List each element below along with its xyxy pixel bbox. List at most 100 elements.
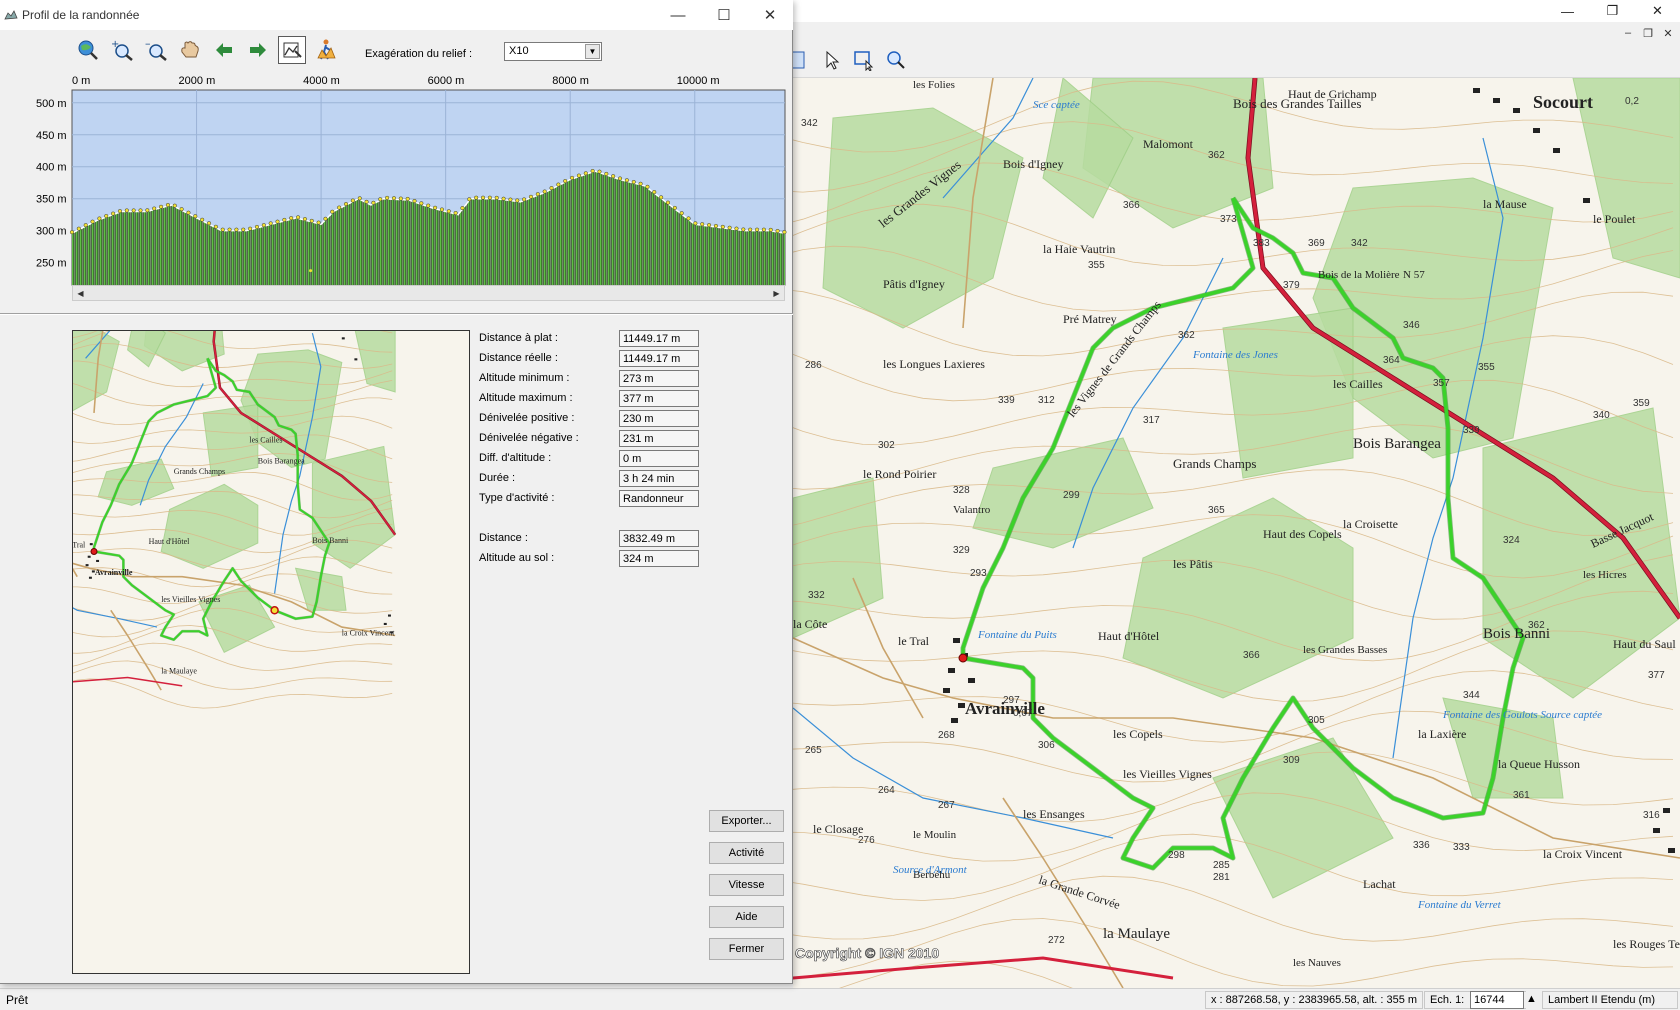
- profile-point: [97, 216, 102, 221]
- y-tick-label: 400 m: [36, 162, 67, 174]
- main-minimize-button[interactable]: —: [1545, 0, 1590, 22]
- chevron-down-icon[interactable]: ▼: [585, 44, 600, 59]
- previous-arrow-icon[interactable]: [210, 36, 238, 64]
- map-label: les Copels: [1113, 727, 1163, 741]
- mdi-close-button[interactable]: ✕: [1660, 26, 1676, 40]
- profile-point: [275, 219, 280, 224]
- spot-height: 346: [1403, 320, 1420, 331]
- mdi-restore-button[interactable]: ❐: [1640, 26, 1656, 40]
- spot-height: 361: [1513, 790, 1530, 801]
- select-rectangle-icon[interactable]: [851, 47, 877, 73]
- spot-height: 317: [1143, 415, 1160, 426]
- dialog-close-button[interactable]: ✕: [747, 0, 793, 30]
- relief-exaggeration-value: X10: [509, 45, 529, 57]
- profile-point: [104, 214, 109, 219]
- next-arrow-icon[interactable]: [244, 36, 272, 64]
- profile-point: [583, 171, 588, 176]
- scale-up-icon[interactable]: ▲: [1526, 991, 1537, 1009]
- profile-point: [364, 199, 369, 204]
- building-block: [1653, 828, 1660, 833]
- map-label: la Côte: [793, 617, 827, 631]
- map-label: les Rouges Terres: [1613, 937, 1680, 951]
- stat-label: Distance réelle :: [479, 352, 558, 364]
- activity-button[interactable]: Activité: [709, 842, 784, 864]
- profile-point: [426, 203, 431, 208]
- building-block: [1513, 108, 1520, 113]
- x-tick-label: 8000 m: [552, 75, 589, 87]
- profile-point: [117, 209, 123, 214]
- spot-height: 364: [1383, 355, 1400, 366]
- spot-height: 328: [953, 485, 970, 496]
- profile-point: [323, 216, 328, 221]
- section-divider: [0, 313, 793, 315]
- mdi-minimize-button[interactable]: –: [1620, 26, 1636, 40]
- profile-point: [138, 208, 143, 213]
- relief-exaggeration-select[interactable]: X10 ▼: [504, 42, 602, 61]
- scroll-right-icon[interactable]: ▶: [769, 286, 784, 300]
- overview-mini-map[interactable]: SocourtAvrainvilleBois BarangeaBois Bann…: [72, 330, 470, 974]
- profile-point: [371, 200, 376, 205]
- spot-height: 302: [878, 440, 895, 451]
- spot-height: 293: [970, 568, 987, 579]
- profile-point: [631, 179, 636, 185]
- zoom-out-icon[interactable]: –: [142, 36, 170, 64]
- hiker-icon[interactable]: [312, 36, 340, 64]
- main-map-canvas[interactable]: SocourtAvrainvilleBois BarangeaBois Bann…: [793, 78, 1680, 988]
- spot-height: 339: [1463, 425, 1480, 436]
- mini-map-label: Haut d'Hôtel: [149, 537, 191, 546]
- dialog-title: Profil de la randonnée: [22, 8, 140, 22]
- pointer-icon[interactable]: [819, 47, 845, 73]
- y-tick-label: 500 m: [36, 98, 67, 110]
- scroll-left-icon[interactable]: ◀: [73, 286, 88, 300]
- map-label: la Croix Vincent: [1543, 847, 1623, 861]
- mini-map-canvas[interactable]: SocourtAvrainvilleBois BarangeaBois Bann…: [73, 331, 470, 974]
- elevation-profile-chart[interactable]: 0 m 2000 m 4000 m 6000 m 8000 m 10000 m 500 m 4…: [36, 72, 788, 302]
- zoom-globe-icon[interactable]: [74, 36, 102, 64]
- stat-label: Dénivelée positive :: [479, 412, 575, 424]
- speed-button[interactable]: Vitesse: [709, 874, 784, 896]
- spot-height: 344: [1463, 690, 1480, 701]
- map-label: la Croisette: [1343, 517, 1398, 531]
- profile-point: [467, 197, 472, 202]
- profile-point: [707, 223, 712, 228]
- status-ready-text: Prêt: [6, 993, 29, 1007]
- dialog-maximize-button[interactable]: ☐: [701, 0, 747, 30]
- zoom-in-icon[interactable]: +: [108, 36, 136, 64]
- map-label: Socourt: [1533, 92, 1593, 112]
- export-button[interactable]: Exporter...: [709, 810, 784, 832]
- stat-row: Altitude minimum : 273 m: [479, 370, 709, 388]
- profile-point: [693, 221, 698, 226]
- close-button[interactable]: Fermer: [709, 938, 784, 960]
- profile-point: [672, 205, 677, 210]
- main-restore-button[interactable]: ❐: [1590, 0, 1635, 22]
- map-label: les Longues Laxieres: [883, 357, 985, 371]
- profile-view-icon[interactable]: [278, 36, 306, 64]
- scale-input[interactable]: 16744: [1470, 991, 1524, 1009]
- help-button[interactable]: Aide: [709, 906, 784, 928]
- profile-horizontal-scrollbar[interactable]: ◀ ▶: [72, 285, 785, 301]
- building-block: [1583, 198, 1590, 203]
- dialog-minimize-button[interactable]: —: [655, 0, 701, 30]
- profile-point: [131, 208, 136, 213]
- spot-height: 306: [1038, 740, 1055, 751]
- profile-point: [446, 209, 451, 214]
- building-block: [1533, 128, 1540, 133]
- building-block: [388, 614, 391, 617]
- profile-point: [734, 226, 739, 231]
- stat-label: Dénivelée négative :: [479, 432, 579, 444]
- spot-height: 355: [1478, 362, 1495, 373]
- building-block: [383, 622, 387, 625]
- stat-label: Diff. d'altitude :: [479, 452, 552, 464]
- spot-height: 0,2: [1625, 96, 1639, 107]
- pan-hand-icon[interactable]: [176, 36, 204, 64]
- map-label: la Haie Vautrin: [1043, 242, 1115, 256]
- profile-point: [289, 216, 294, 221]
- main-close-button[interactable]: ✕: [1635, 0, 1680, 22]
- track-start-marker: [90, 548, 98, 555]
- spot-height: 305: [1308, 715, 1325, 726]
- stat-value: 230 m: [619, 410, 699, 427]
- zoom-icon[interactable]: [883, 47, 909, 73]
- stat-value: Randonneur: [619, 490, 699, 507]
- building-block: [85, 564, 89, 567]
- main-topo-map[interactable]: Socourt Avrainville Bois Barangea Bois Bann…: [793, 78, 1680, 988]
